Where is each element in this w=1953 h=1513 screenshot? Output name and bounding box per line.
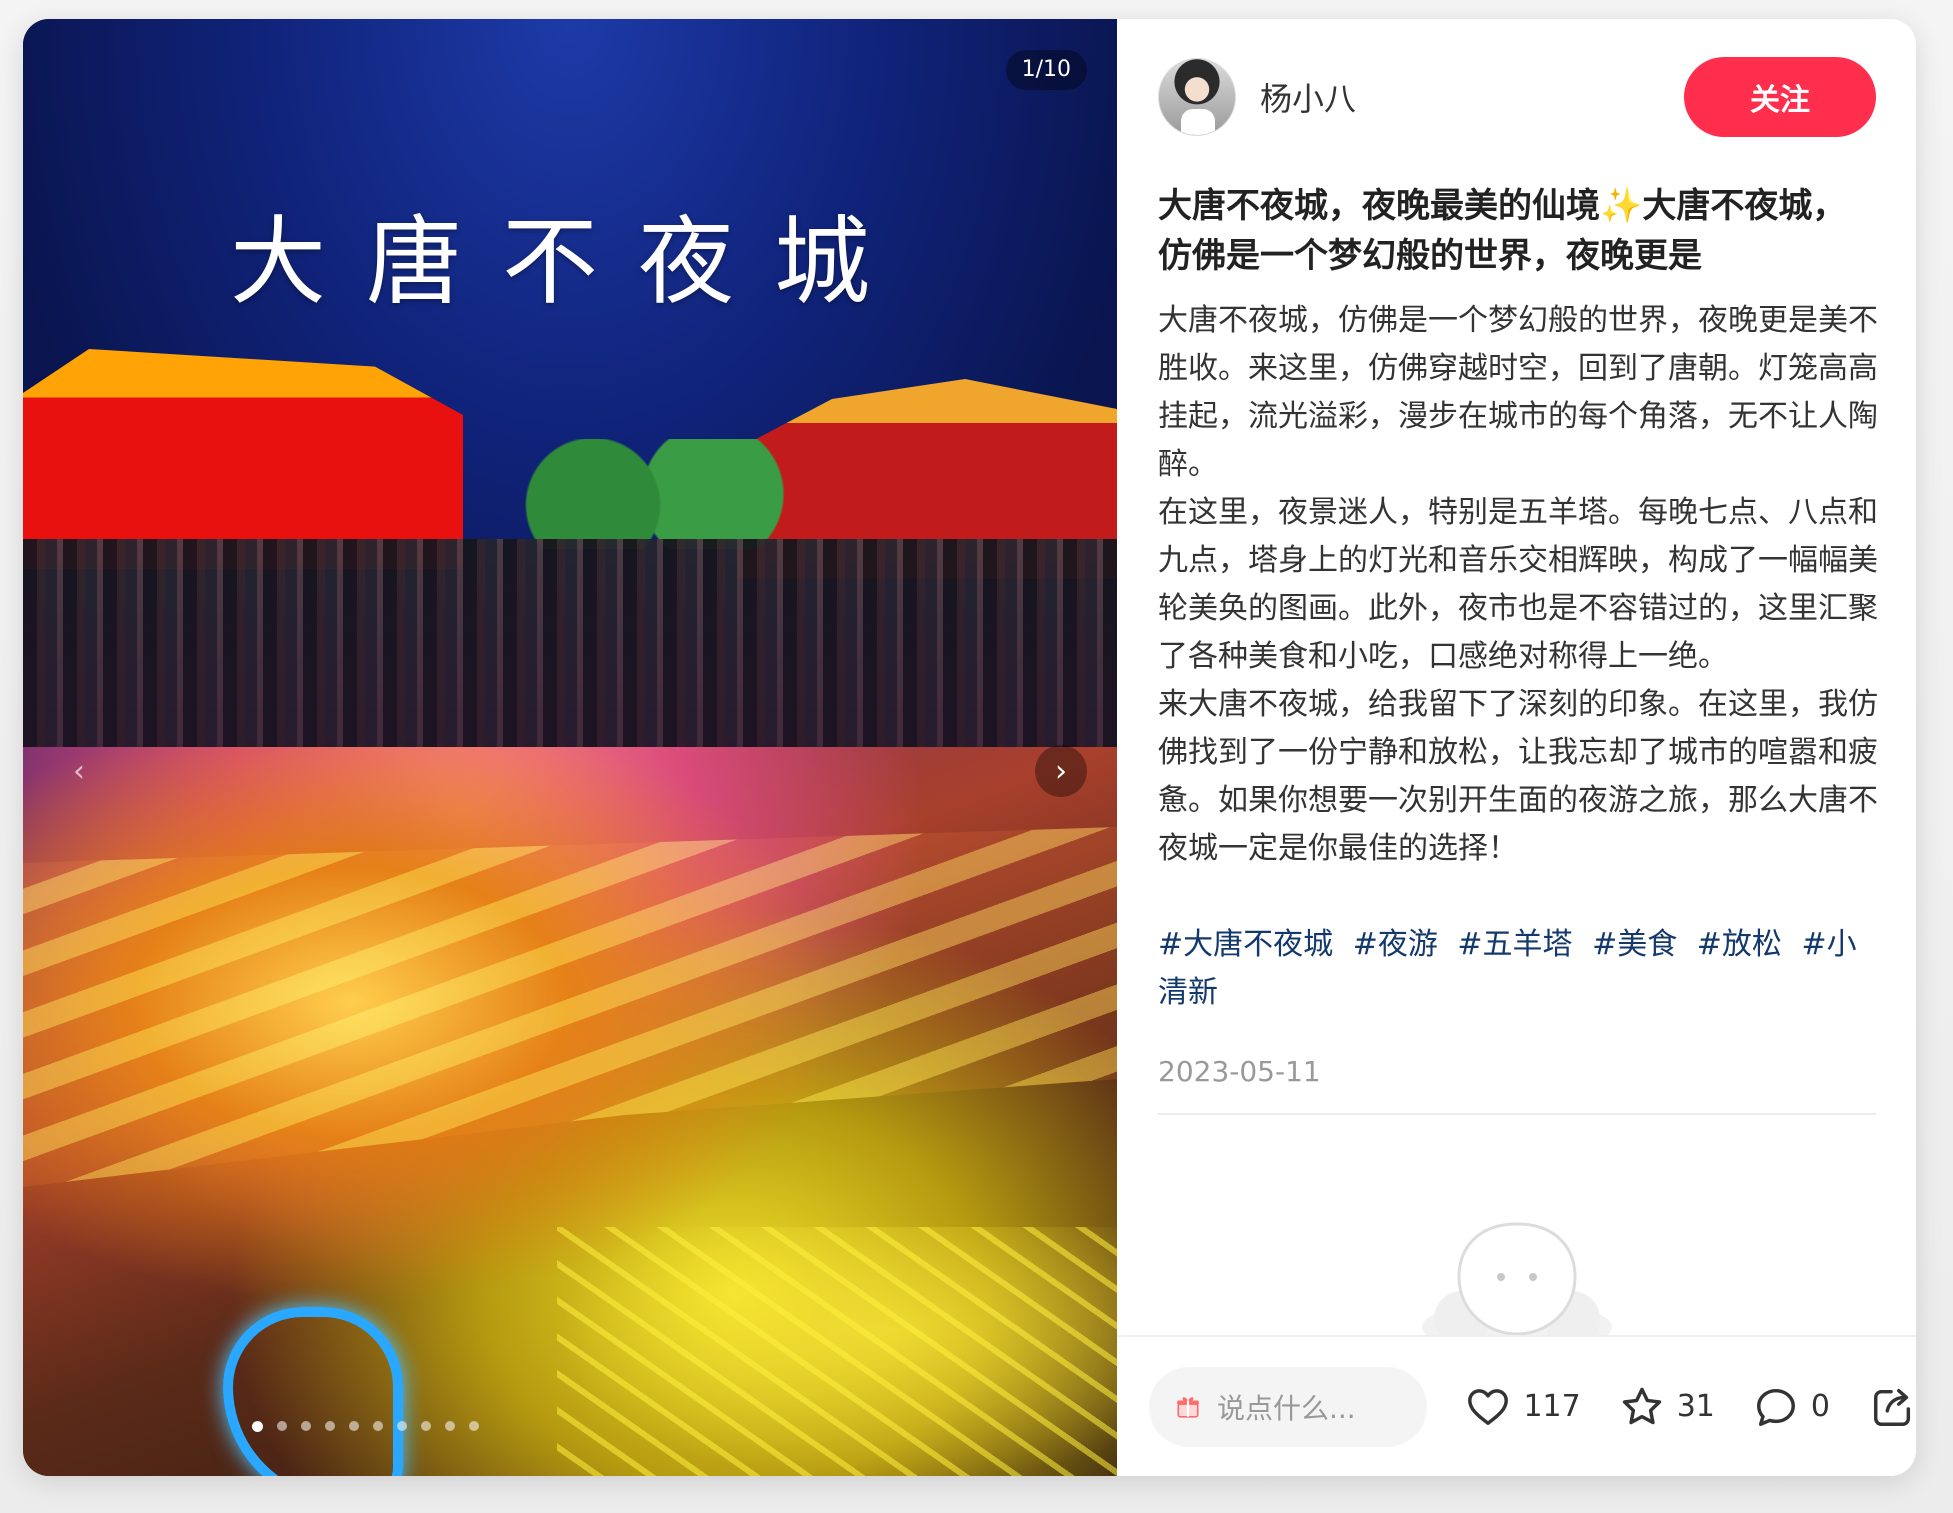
prev-image-button[interactable]: ‹ <box>53 745 105 797</box>
tag-link[interactable]: #放松 <box>1697 927 1782 962</box>
chevron-right-icon: › <box>1055 753 1067 789</box>
tag-link[interactable]: #美食 <box>1592 927 1677 962</box>
note-body: 大唐不夜城，仿佛是一个梦幻般的世界，夜晚更是美不胜收。来这里，仿佛穿越时空，回到… <box>1158 297 1878 873</box>
next-image-button[interactable]: › <box>1035 745 1087 797</box>
divider <box>1158 1113 1876 1115</box>
author-row: 杨小八 关注 <box>1158 57 1876 137</box>
illuminated-roofs <box>23 827 1117 1187</box>
carousel-dot[interactable] <box>324 1421 335 1431</box>
carousel-dot[interactable] <box>396 1421 407 1431</box>
avatar[interactable] <box>1158 58 1236 136</box>
lit-trees <box>503 439 803 549</box>
collect-button[interactable]: 31 <box>1619 1384 1715 1430</box>
carousel-dot[interactable] <box>444 1421 455 1431</box>
chevron-left-icon: ‹ <box>73 753 85 789</box>
tag-link[interactable]: #大唐不夜城 <box>1158 927 1333 962</box>
carousel-dot[interactable] <box>420 1421 431 1431</box>
share-icon <box>1874 1388 1911 1426</box>
note-paragraph: 大唐不夜城，仿佛是一个梦幻般的世界，夜晚更是美不胜收。来这里，仿佛穿越时空，回到… <box>1158 303 1878 482</box>
carousel-dot[interactable] <box>251 1421 263 1432</box>
note-title: 大唐不夜城，夜晚最美的仙境✨大唐不夜城，仿佛是一个梦幻般的世界，夜晚更是 <box>1158 186 1847 276</box>
blue-lit-pool <box>223 1307 403 1476</box>
follow-button[interactable]: 关注 <box>1684 57 1876 137</box>
share-button[interactable] <box>1870 1384 1916 1430</box>
tag-link[interactable]: #五羊塔 <box>1457 927 1572 962</box>
carousel-image-aerial-view <box>23 747 1117 1476</box>
comment-button[interactable]: 0 <box>1753 1384 1830 1430</box>
tang-building-left <box>23 349 463 569</box>
comment-count: 0 <box>1810 1389 1830 1424</box>
note-paragraph: 来大唐不夜城，给我留下了深刻的印象。在这里，我仿佛找到了一份宁静和放松，让我忘却… <box>1158 687 1878 866</box>
image-carousel[interactable]: 大唐不夜城 1/10 ‹ › <box>23 19 1117 1476</box>
image-title-text: 大唐不夜城 <box>230 206 910 318</box>
collect-count: 31 <box>1676 1389 1715 1424</box>
note-panel: 杨小八 关注 大唐不夜城，夜晚最美的仙境✨大唐不夜城，仿佛是一个梦幻般的世界，夜… <box>1117 19 1916 1476</box>
tag-link[interactable]: #夜游 <box>1353 927 1438 962</box>
like-count: 117 <box>1523 1389 1581 1424</box>
carousel-dot[interactable] <box>468 1421 479 1431</box>
engagement-bar: 说点什么... 117 31 0 <box>1117 1335 1916 1476</box>
carousel-dot[interactable] <box>276 1421 287 1431</box>
carousel-dot[interactable] <box>300 1421 311 1431</box>
heart-icon <box>1468 1388 1509 1425</box>
comment-input[interactable]: 说点什么... <box>1149 1366 1428 1447</box>
tag-list: #大唐不夜城 #夜游 #五羊塔 #美食 #放松 #小清新 <box>1158 921 1878 1017</box>
comment-placeholder: 说点什么... <box>1217 1391 1356 1425</box>
star-icon <box>1622 1387 1661 1424</box>
carousel-dots <box>23 1421 1117 1432</box>
speech-bubble-icon <box>1756 1388 1795 1426</box>
carousel-image-night-street: 大唐不夜城 <box>23 19 1117 747</box>
author-name[interactable]: 杨小八 <box>1260 74 1356 120</box>
note-date: 2023-05-11 <box>1158 1055 1321 1088</box>
carousel-dot[interactable] <box>372 1421 383 1431</box>
image-counter: 1/10 <box>1005 50 1087 90</box>
like-button[interactable]: 117 <box>1465 1384 1581 1430</box>
note-paragraph: 在这里，夜景迷人，特别是五羊塔。每晚七点、八点和九点，塔身上的灯光和音乐交相辉映… <box>1158 495 1878 674</box>
note-detail-modal: 大唐不夜城 1/10 ‹ › 杨小八 关注 大唐不夜城，夜晚最美的仙境✨大唐不夜… <box>23 19 1916 1476</box>
carousel-dot[interactable] <box>348 1421 359 1431</box>
empty-comments-mascot-icon <box>1422 1222 1612 1353</box>
crowd <box>23 539 1117 747</box>
gift-icon <box>1177 1396 1199 1418</box>
yellow-lit-plaza <box>557 1227 1117 1476</box>
